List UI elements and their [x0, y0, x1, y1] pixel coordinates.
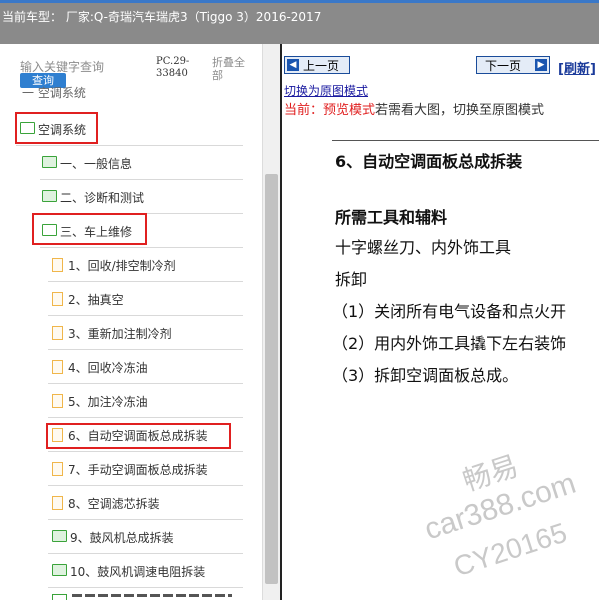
document-title: 6、自动空调面板总成拆装 [335, 152, 523, 171]
tree-item-partial[interactable]: 一 空调系统 [18, 84, 243, 102]
top-accent-line [0, 0, 599, 3]
step-1: （1）关闭所有电气设备和点火开 [332, 302, 567, 321]
arrow-right-icon: ▶ [535, 59, 547, 71]
tree-item-label: 4、回收冷冻油 [68, 361, 148, 375]
tree-item-label: 7、手动空调面板总成拆装 [68, 463, 208, 477]
removal-heading: 拆卸 [335, 270, 368, 289]
document-viewer: ◀ 上一页 下一页 ▶ [刷新] 切换为原图模式 当前：预览模式若需看大图，切换… [282, 44, 599, 600]
step-2: （2）用内外饰工具撬下左右装饰 [332, 334, 567, 353]
preview-hint: 若需看大图，切换至原图模式 [375, 103, 545, 118]
tree-item-label: 二、诊断和测试 [60, 191, 145, 205]
left-panel: 输入关键字查询 查询 PC.29-33840 折叠全部 一 空调系统 空调系统 … [0, 44, 280, 600]
tree-item-label: 一 空调系统 [22, 86, 86, 100]
pc-code: PC.29-33840 [156, 56, 190, 79]
tree-item-label: 2、抽真空 [68, 293, 124, 307]
vehicle-title: 当前车型： 厂家:Q-奇瑞汽车瑞虎3（Tiggo 3）2016-2017 [2, 10, 322, 24]
next-page-button[interactable]: 下一页 ▶ [476, 56, 550, 74]
fold-all-button[interactable]: 折叠全部 [212, 56, 252, 82]
switch-original-link[interactable]: 切换为原图模式 [284, 82, 368, 99]
preview-mode-label: 当前：预览模式 [284, 103, 376, 118]
file-icon [52, 462, 63, 476]
sidebar-scrollbar[interactable] [262, 44, 281, 600]
file-icon [52, 394, 63, 408]
tree-item-label: 1、回收/排空制冷剂 [68, 259, 176, 273]
folder-closed-icon [42, 156, 57, 168]
refresh-link[interactable]: [刷新] [558, 58, 596, 77]
folder-closed-icon [42, 190, 57, 202]
arrow-left-icon: ◀ [287, 59, 299, 71]
tree-item-label: 5、加注冷冻油 [68, 395, 148, 409]
folder-closed-icon [52, 530, 67, 542]
tree-item-recover-oil[interactable]: 4、回收冷冻油 [48, 350, 243, 384]
highlight-on-vehicle-repair [32, 213, 147, 245]
tree-item-label: 10、鼓风机调速电阻拆装 [70, 565, 206, 579]
top-bar: 当前车型： 厂家:Q-奇瑞汽车瑞虎3（Tiggo 3）2016-2017 [0, 0, 599, 44]
preview-mode-line: 当前：预览模式若需看大图，切换至原图模式 [284, 99, 544, 118]
file-icon [52, 496, 63, 510]
highlight-ac-system [15, 112, 98, 144]
file-icon [52, 326, 63, 340]
step-3: （3）拆卸空调面板总成。 [332, 366, 519, 385]
file-icon [52, 292, 63, 306]
tree-item-add-oil[interactable]: 5、加注冷冻油 [48, 384, 243, 418]
tree-item-label: 8、空调滤芯拆装 [68, 497, 160, 511]
tree-item-blower-assembly[interactable]: 9、鼓风机总成拆装 [48, 520, 243, 554]
tree-item-label: 一、一般信息 [60, 157, 133, 171]
tree-item-label: 9、鼓风机总成拆装 [70, 531, 174, 545]
prev-page-label: 上一页 [303, 59, 340, 73]
tree-item-ac-filter[interactable]: 8、空调滤芯拆装 [48, 486, 243, 520]
tree-item-recover-refrigerant[interactable]: 1、回收/排空制冷剂 [48, 248, 243, 282]
file-icon [52, 258, 63, 272]
tree-item-diagnosis[interactable]: 二、诊断和测试 [40, 180, 243, 214]
tools-heading: 所需工具和辅料 [335, 208, 448, 227]
folder-closed-icon [52, 564, 67, 576]
document-top-rule [332, 140, 599, 141]
next-page-label: 下一页 [485, 59, 522, 73]
tree-item-general-info[interactable]: 一、一般信息 [40, 146, 243, 180]
tree-item-manual-ac-panel[interactable]: 7、手动空调面板总成拆装 [48, 452, 243, 486]
tree-item-blower-resistor[interactable]: 10、鼓风机调速电阻拆装 [48, 554, 243, 588]
scrollbar-thumb[interactable] [265, 174, 278, 584]
tree-item-cutoff [48, 594, 243, 600]
tree-item-recharge-refrigerant[interactable]: 3、重新加注制冷剂 [48, 316, 243, 350]
tree-item-label: 3、重新加注制冷剂 [68, 327, 172, 341]
file-icon [52, 360, 63, 374]
viewer-nav-bar: ◀ 上一页 下一页 ▶ [刷新] [282, 44, 599, 86]
highlight-auto-ac-panel [46, 423, 231, 449]
tools-text: 十字螺丝刀、内外饰工具 [335, 238, 512, 257]
tree-item-vacuum[interactable]: 2、抽真空 [48, 282, 243, 316]
prev-page-button[interactable]: ◀ 上一页 [284, 56, 350, 74]
